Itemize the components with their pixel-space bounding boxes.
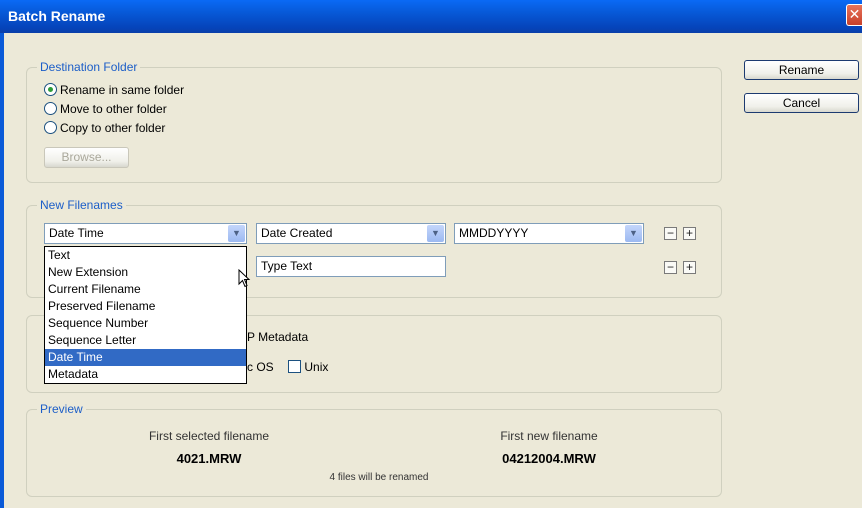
dropdown-option-metadata[interactable]: Metadata xyxy=(45,366,246,383)
remove-row-button[interactable]: − xyxy=(664,227,677,240)
dropdown-option-sequence-number[interactable]: Sequence Number xyxy=(45,315,246,332)
chevron-down-icon[interactable]: ▼ xyxy=(625,225,642,242)
xmp-metadata-label: P Metadata xyxy=(247,330,309,344)
radio-label: Rename in same folder xyxy=(60,83,185,97)
title-bar: Batch Rename xyxy=(0,0,862,33)
window-title: Batch Rename xyxy=(8,8,106,24)
mouse-pointer-icon xyxy=(238,269,251,288)
first-selected-label: First selected filename xyxy=(148,429,270,443)
radio-button-icon[interactable] xyxy=(44,121,57,134)
type-text-input[interactable]: Type Text xyxy=(256,256,446,277)
files-renamed-summary: 4 files will be renamed xyxy=(329,472,429,483)
dropdown-option-new-extension[interactable]: New Extension xyxy=(45,264,246,281)
new-filenames-legend: New Filenames xyxy=(40,198,123,212)
select-value: MMDDYYYY xyxy=(459,226,529,240)
preview-legend: Preview xyxy=(40,402,83,416)
dropdown-option-current-filename[interactable]: Current Filename xyxy=(45,281,246,298)
dropdown-option-date-time[interactable]: Date Time xyxy=(45,349,246,366)
radio-move-other-folder[interactable]: Move to other folder xyxy=(44,100,167,118)
first-selected-value: 4021.MRW xyxy=(176,451,242,466)
dropdown-option-preserved-filename[interactable]: Preserved Filename xyxy=(45,298,246,315)
cancel-button[interactable]: Cancel xyxy=(744,93,859,113)
date-format-select[interactable]: MMDDYYYY ▼ xyxy=(454,223,644,244)
radio-button-icon[interactable] xyxy=(44,102,57,115)
radio-label: Copy to other folder xyxy=(60,121,166,135)
mac-os-label: c OS xyxy=(247,360,274,374)
filename-element-select[interactable]: Date Time ▼ xyxy=(44,223,247,244)
dropdown-option-text[interactable]: Text xyxy=(45,247,246,264)
add-row-button[interactable]: + xyxy=(683,261,696,274)
destination-folder-legend: Destination Folder xyxy=(40,60,138,74)
radio-button-icon[interactable] xyxy=(44,83,57,96)
rename-button[interactable]: Rename xyxy=(744,60,859,80)
remove-row-button[interactable]: − xyxy=(664,261,677,274)
chevron-down-icon[interactable]: ▼ xyxy=(228,225,245,242)
browse-button[interactable]: Browse... xyxy=(44,147,129,168)
dropdown-option-sequence-letter[interactable]: Sequence Letter xyxy=(45,332,246,349)
compatibility-row: c OS Unix xyxy=(247,360,328,374)
radio-rename-same-folder[interactable]: Rename in same folder xyxy=(44,81,184,99)
filename-element-dropdown[interactable]: Text New Extension Current Filename Pres… xyxy=(44,246,247,384)
chevron-down-icon[interactable]: ▼ xyxy=(427,225,444,242)
unix-checkbox[interactable] xyxy=(288,360,302,373)
close-icon[interactable]: ✕ xyxy=(846,4,862,26)
first-new-value: 04212004.MRW xyxy=(502,451,596,466)
radio-label: Move to other folder xyxy=(60,102,167,116)
radio-copy-other-folder[interactable]: Copy to other folder xyxy=(44,119,165,137)
dialog-body: Destination Folder Rename in same folder… xyxy=(0,33,862,508)
date-type-select[interactable]: Date Created ▼ xyxy=(256,223,446,244)
add-row-button[interactable]: + xyxy=(683,227,696,240)
first-new-label: First new filename xyxy=(500,429,598,443)
unix-label: Unix xyxy=(304,360,329,374)
select-value: Date Created xyxy=(261,226,333,240)
select-value: Date Time xyxy=(49,226,104,240)
